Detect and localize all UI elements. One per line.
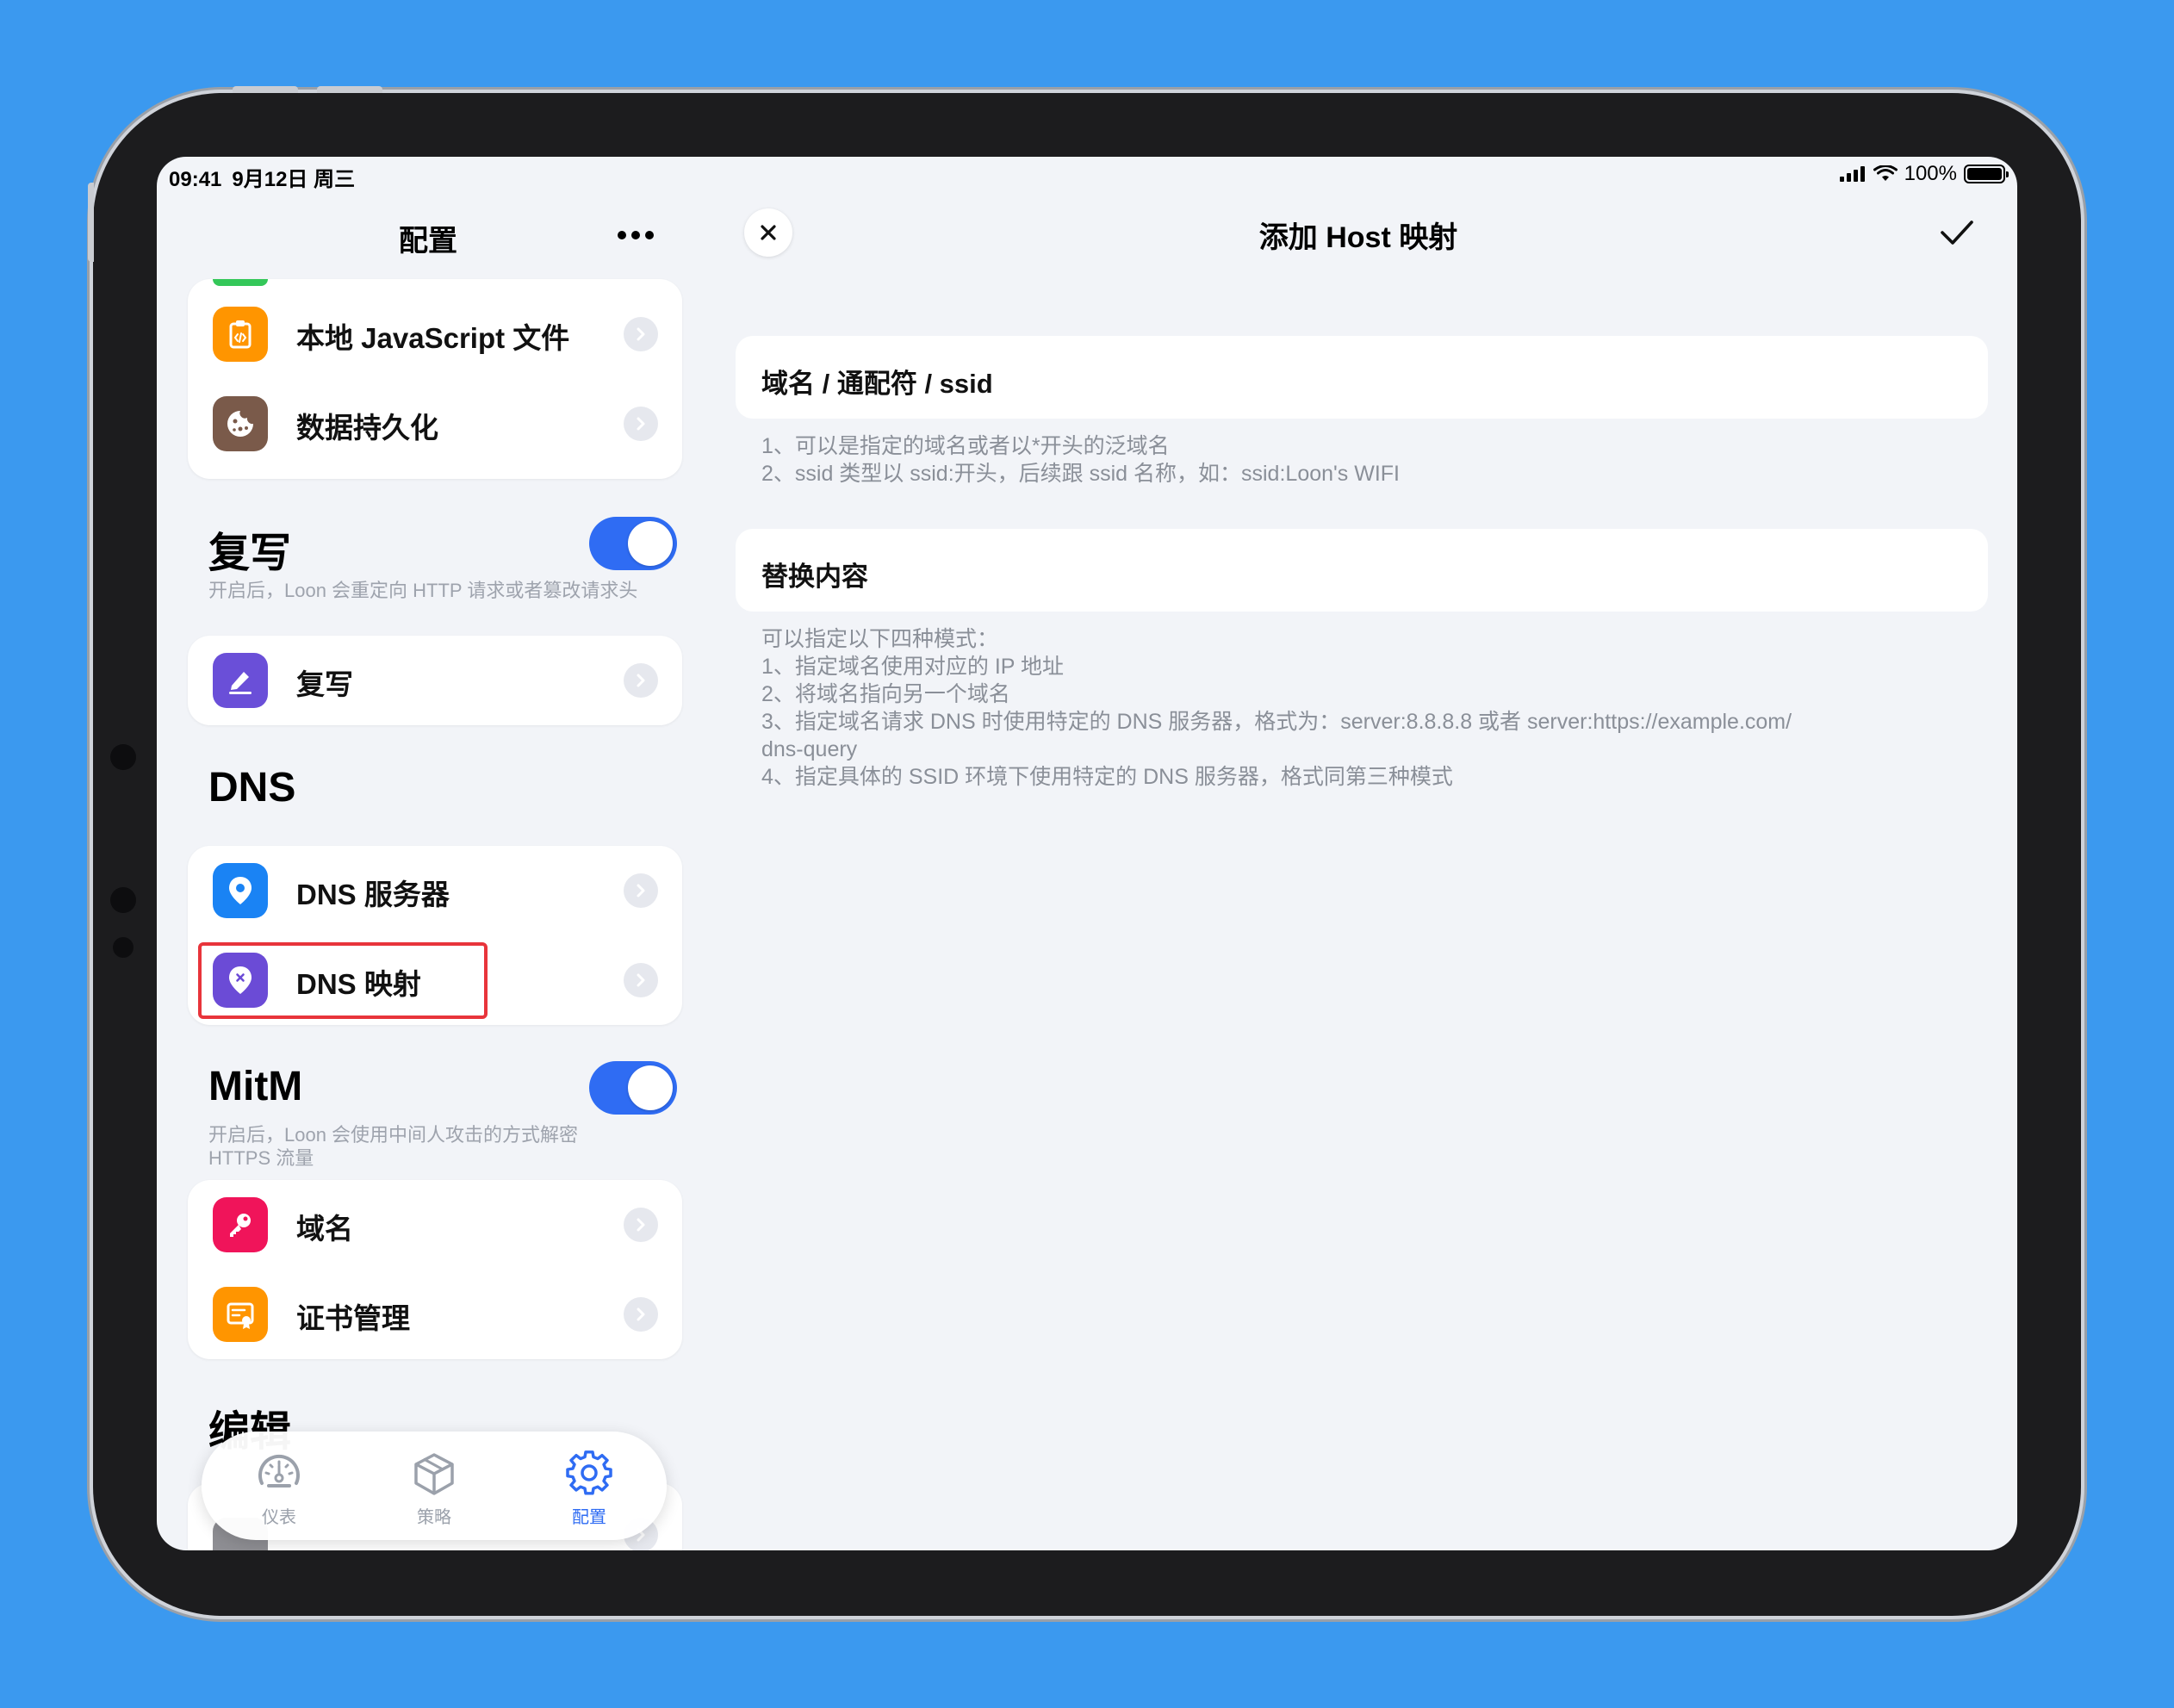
certificate-icon	[213, 1287, 268, 1342]
key-icon	[213, 1197, 268, 1252]
domain-input[interactable]: 域名 / 通配符 / ssid	[736, 336, 1988, 419]
js-file-icon	[213, 307, 268, 362]
sidebar-item-rewrite[interactable]: 复写	[188, 636, 682, 725]
tab-label: 配置	[572, 1508, 606, 1527]
domain-notes: 1、可以是指定的域名或者以*开头的泛域名 2、ssid 类型以 ssid:开头，…	[761, 432, 1400, 488]
note-line: 4、指定具体的 SSID 环境下使用特定的 DNS 服务器，格式同第三种模式	[761, 765, 1453, 789]
chevron-right-icon	[624, 407, 658, 441]
tab-dashboard[interactable]: 仪表	[227, 1450, 331, 1528]
section-desc-line: 开启后，Loon 会使用中间人攻击的方式解密	[208, 1124, 579, 1146]
cube-icon	[414, 1453, 454, 1495]
confirm-check-icon[interactable]	[1938, 215, 1976, 250]
section-desc-line: HTTPS 流量	[208, 1147, 314, 1169]
chevron-right-icon	[624, 1208, 658, 1242]
sidebar-item-label: 复写	[296, 668, 353, 700]
location-pin-icon	[213, 863, 268, 918]
chevron-right-icon	[624, 1297, 658, 1332]
section-desc-mitm: 开启后，Loon 会使用中间人攻击的方式解密 HTTPS 流量	[208, 1123, 578, 1170]
card-rewrite: 复写	[188, 636, 682, 725]
sidebar-item-certificate[interactable]: 证书管理	[188, 1270, 682, 1359]
dashboard-gauge-icon	[258, 1454, 300, 1488]
sidebar-item-domain[interactable]: 域名	[188, 1180, 682, 1270]
sidebar-item-dns-server[interactable]: DNS 服务器	[188, 846, 682, 935]
section-title-rewrite: 复写	[208, 531, 292, 576]
chevron-right-icon	[624, 663, 658, 698]
tab-label: 仪表	[262, 1508, 296, 1527]
chevron-right-icon	[624, 963, 658, 997]
tab-config[interactable]: 配置	[537, 1450, 641, 1528]
sidebar-item-label: 证书管理	[296, 1302, 410, 1334]
note-line: 3、指定域名请求 DNS 时使用特定的 DNS 服务器，格式为：server:8…	[761, 710, 1792, 734]
sidebar-item-label: 域名	[296, 1213, 353, 1245]
screen: 09:419月12日 周三 100% 配置 本地 JavaScript 文件	[157, 157, 2017, 1550]
top-button	[233, 86, 298, 93]
sidebar-item-label: 数据持久化	[296, 412, 438, 444]
chevron-right-icon	[624, 873, 658, 908]
note-line: dns-query	[761, 737, 858, 761]
card-mitm: 域名 证书管理	[188, 1180, 682, 1359]
gear-icon	[566, 1450, 612, 1495]
replace-input[interactable]: 替换内容	[736, 529, 1988, 612]
more-icon[interactable]	[618, 231, 655, 241]
sidebar-item-label: DNS 服务器	[296, 879, 450, 910]
side-button	[88, 183, 94, 262]
detail-pane: 添加 Host 映射 域名 / 通配符 / ssid 1、可以是指定的域名或者以…	[699, 157, 2017, 1550]
camera-dot	[113, 937, 134, 958]
rewrite-toggle[interactable]	[589, 517, 677, 570]
chevron-right-icon	[624, 317, 658, 351]
tab-label: 策略	[417, 1508, 451, 1527]
note-line: 1、可以是指定的域名或者以*开头的泛域名	[761, 434, 1170, 458]
detail-title: 添加 Host 映射	[1258, 221, 1458, 254]
replace-field-label: 替换内容	[761, 562, 868, 592]
top-button	[317, 86, 382, 93]
note-line: 2、将域名指向另一个域名	[761, 682, 1010, 706]
section-title-mitm: MitM	[208, 1064, 303, 1109]
section-title-dns: DNS	[208, 765, 296, 811]
domain-field-label: 域名 / 通配符 / ssid	[761, 369, 993, 399]
partial-item-icon	[213, 279, 268, 286]
replace-notes: 可以指定以下四种模式： 1、指定域名使用对应的 IP 地址 2、将域名指向另一个…	[761, 625, 1792, 791]
camera-dot	[110, 744, 136, 770]
sidebar-item-persistence[interactable]: 数据持久化	[188, 379, 682, 469]
rewrite-pen-icon	[213, 653, 268, 708]
tab-strategy[interactable]: 策略	[382, 1450, 486, 1528]
mitm-toggle[interactable]	[589, 1061, 677, 1115]
tab-bar: 仪表 策略 配置	[202, 1432, 667, 1540]
camera-dot	[110, 887, 136, 913]
note-line: 可以指定以下四种模式：	[761, 627, 999, 651]
card-scripts: 本地 JavaScript 文件 数据持久化	[188, 279, 682, 479]
cookie-icon	[213, 396, 268, 451]
note-line: 1、指定域名使用对应的 IP 地址	[761, 655, 1064, 679]
sidebar: 配置 本地 JavaScript 文件 数据持久化 复写 开启后，Loon 会重…	[157, 157, 699, 1550]
sidebar-item-label: 本地 JavaScript 文件	[296, 322, 570, 354]
sidebar-item-js-file[interactable]: 本地 JavaScript 文件	[188, 289, 682, 379]
section-desc-rewrite: 开启后，Loon 会重定向 HTTP 请求或者篡改请求头	[208, 580, 638, 601]
note-line: 2、ssid 类型以 ssid:开头，后续跟 ssid 名称，如：ssid:Lo…	[761, 462, 1401, 486]
highlight-box	[198, 942, 488, 1019]
